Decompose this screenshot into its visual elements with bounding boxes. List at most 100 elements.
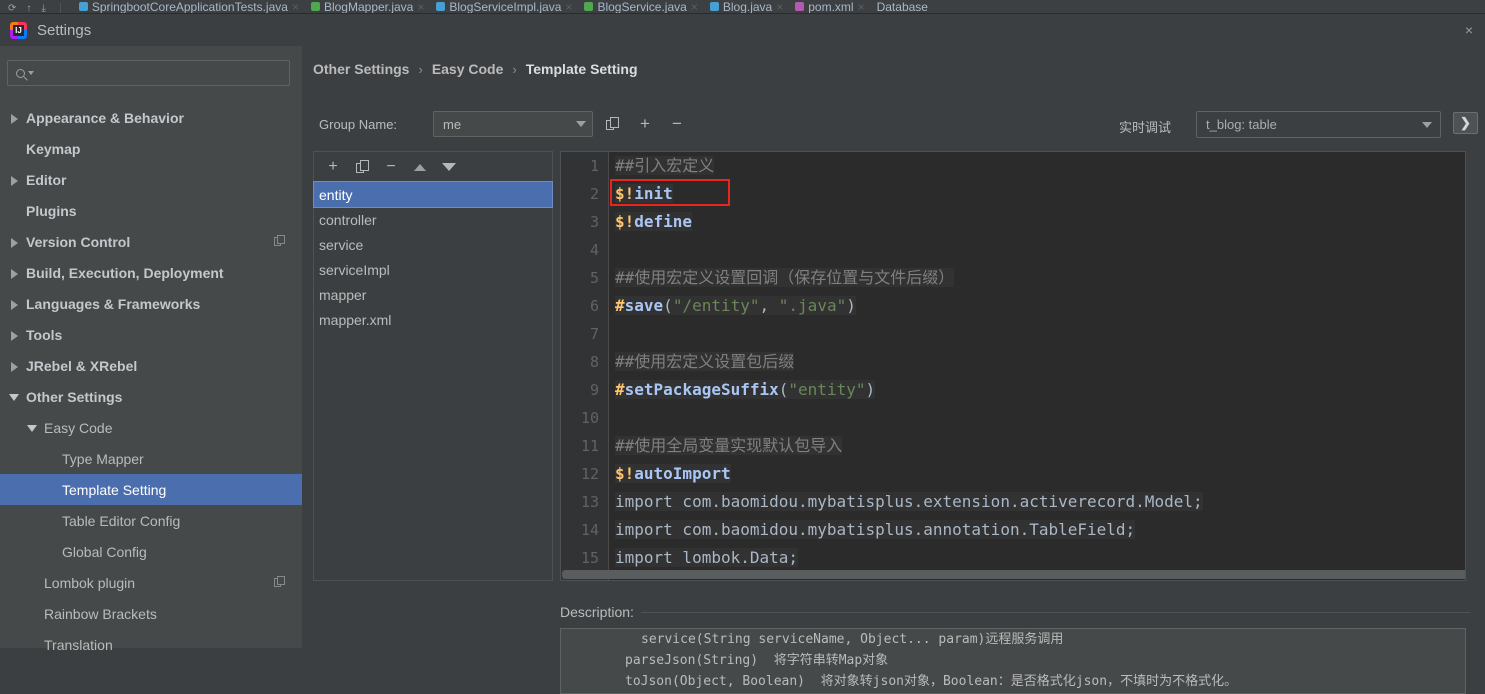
code-line-text: ##使用宏定义设置包后缀 [615,352,795,371]
breadcrumb-item[interactable]: Other Settings [313,61,409,77]
sidebar-item-label: Type Mapper [62,450,144,467]
close-icon[interactable]: × [691,0,698,13]
sidebar-item-editor[interactable]: Editor [0,164,302,195]
add-group-button[interactable]: + [634,113,656,135]
debug-table-select[interactable]: t_blog: table [1196,111,1441,138]
code-line[interactable]: ##使用全局变量实现默认包导入 [615,432,1465,460]
debug-run-button[interactable]: ❯ [1453,112,1478,134]
sidebar-item-table-editor-config[interactable]: Table Editor Config [0,505,302,536]
close-icon[interactable]: × [417,0,424,13]
remove-template-button[interactable]: − [381,157,401,177]
code-line[interactable]: $!init [615,180,1465,208]
sidebar-item-type-mapper[interactable]: Type Mapper [0,443,302,474]
chevron-right-icon[interactable] [8,297,22,311]
up-icon[interactable]: ↑ [26,3,31,13]
sidebar-item-translation[interactable]: Translation [0,629,302,660]
chevron-right-icon[interactable] [8,266,22,280]
ide-editor-tab-strip[interactable]: ⟳ ↑ ⤓ SpringbootCoreApplicationTests.java ×… [0,0,1485,14]
sidebar-item-label: Easy Code [44,419,113,436]
ide-tab[interactable]: BlogService.java × [578,0,703,13]
code-line[interactable]: $!define [615,208,1465,236]
list-item[interactable]: serviceImpl [314,257,552,282]
ide-tab-label: Database [876,0,928,14]
code-line[interactable]: #save("/entity", ".java") [615,292,1465,320]
template-code-editor[interactable]: 1 2 3 4 5 6 7 8 9 10 11 12 13 14 15 ##引入宏定义 $!init $!def… [560,151,1466,581]
line-number: 5 [589,269,599,287]
chevron-right-icon[interactable] [8,173,22,187]
list-item[interactable]: entity [313,181,553,208]
ide-tab[interactable]: SpringbootCoreApplicationTests.java × [73,0,305,13]
code-line-text: $!init [615,184,673,203]
sidebar-item-lombok-plugin[interactable]: Lombok plugin [0,567,302,598]
ide-tab[interactable]: Blog.java × [704,0,789,13]
chevron-down-icon[interactable] [26,421,40,435]
copy-group-button[interactable] [601,113,623,135]
code-line[interactable]: ##引入宏定义 [615,152,1465,180]
move-down-button[interactable] [439,157,459,177]
breadcrumb-item[interactable]: Template Setting [526,61,638,77]
sidebar-item-tools[interactable]: Tools [0,319,302,350]
sidebar-item-rainbow-brackets[interactable]: Rainbow Brackets [0,598,302,629]
ide-tab-label: BlogMapper.java [323,0,414,14]
close-icon[interactable]: × [776,0,783,13]
move-up-button[interactable] [410,157,430,177]
close-icon[interactable]: × [292,0,299,13]
close-icon[interactable]: × [565,0,572,13]
remove-group-button[interactable]: − [666,113,688,135]
sidebar-item-build-execution-deployment[interactable]: Build, Execution, Deployment [0,257,302,288]
back-icon[interactable]: ⟳ [8,3,16,13]
chevron-right-icon[interactable] [8,359,22,373]
ide-tab[interactable]: BlogMapper.java × [305,0,430,14]
code-content[interactable]: ##引入宏定义 $!init $!define ##使用宏定义设置回调（保存位置与文… [610,152,1465,580]
copy-template-button[interactable] [352,157,372,177]
code-line[interactable]: ##使用宏定义设置回调（保存位置与文件后缀） [615,264,1465,292]
pin-icon[interactable]: ⤓ [41,3,45,13]
code-token: ##使用宏定义设置回调（保存位置与文件后缀） [615,268,955,287]
code-line[interactable]: import com.baomidou.mybatisplus.annotati… [615,516,1465,544]
list-item[interactable]: controller [314,207,552,232]
sidebar-item-plugins[interactable]: Plugins [0,195,302,226]
chevron-right-icon[interactable] [8,235,22,249]
code-line[interactable] [615,320,1465,348]
code-line[interactable] [615,236,1465,264]
search-input[interactable] [34,65,289,81]
list-item[interactable]: mapper.xml [314,307,552,332]
search-box[interactable] [7,60,290,86]
sidebar-item-jrebel-xrebel[interactable]: JRebel & XRebel [0,350,302,381]
sidebar-item-keymap[interactable]: Keymap [0,133,302,164]
editor-horizontal-scrollbar[interactable] [562,570,1465,579]
chevron-right-icon[interactable] [8,111,22,125]
code-line[interactable]: import lombok.Data; [615,544,1465,572]
add-template-button[interactable]: + [323,157,343,177]
sidebar-item-easy-code[interactable]: Easy Code [0,412,302,443]
list-item[interactable]: mapper [314,282,552,307]
code-line-text: $!autoImport [615,464,731,483]
ide-tab[interactable]: BlogServiceImpl.java × [430,0,578,13]
sidebar-item-appearance-behavior[interactable]: Appearance & Behavior [0,102,302,133]
close-icon[interactable]: × [858,0,865,13]
copy-icon [274,235,286,247]
sidebar-item-global-config[interactable]: Global Config [0,536,302,567]
chevron-right-icon[interactable] [8,328,22,342]
code-line[interactable]: $!autoImport [615,460,1465,488]
sidebar-item-version-control[interactable]: Version Control [0,226,302,257]
breadcrumb-item[interactable]: Easy Code [432,61,504,77]
list-item[interactable]: service [314,232,552,257]
close-icon[interactable]: × [1461,22,1477,38]
sidebar-item-other-settings[interactable]: Other Settings [0,381,302,412]
code-line[interactable]: #setPackageSuffix("entity") [615,376,1465,404]
code-line[interactable]: ##使用宏定义设置包后缀 [615,348,1465,376]
sidebar-item-label: Version Control [26,233,131,250]
code-token: "entity" [788,380,866,399]
chevron-down-icon[interactable] [8,390,22,404]
chevron-down-icon [1422,121,1432,128]
sidebar-item-template-setting[interactable]: Template Setting [0,474,302,505]
scrollbar-thumb[interactable] [562,570,1465,579]
ide-tab[interactable]: pom.xml × [789,0,870,13]
ide-tab[interactable]: Database [871,0,934,14]
code-line[interactable] [615,404,1465,432]
ide-toolbar-icons[interactable]: ⟳ ↑ ⤓ [0,2,73,13]
sidebar-item-languages-frameworks[interactable]: Languages & Frameworks [0,288,302,319]
group-name-select[interactable]: me [433,111,593,137]
code-line[interactable]: import com.baomidou.mybatisplus.extensio… [615,488,1465,516]
